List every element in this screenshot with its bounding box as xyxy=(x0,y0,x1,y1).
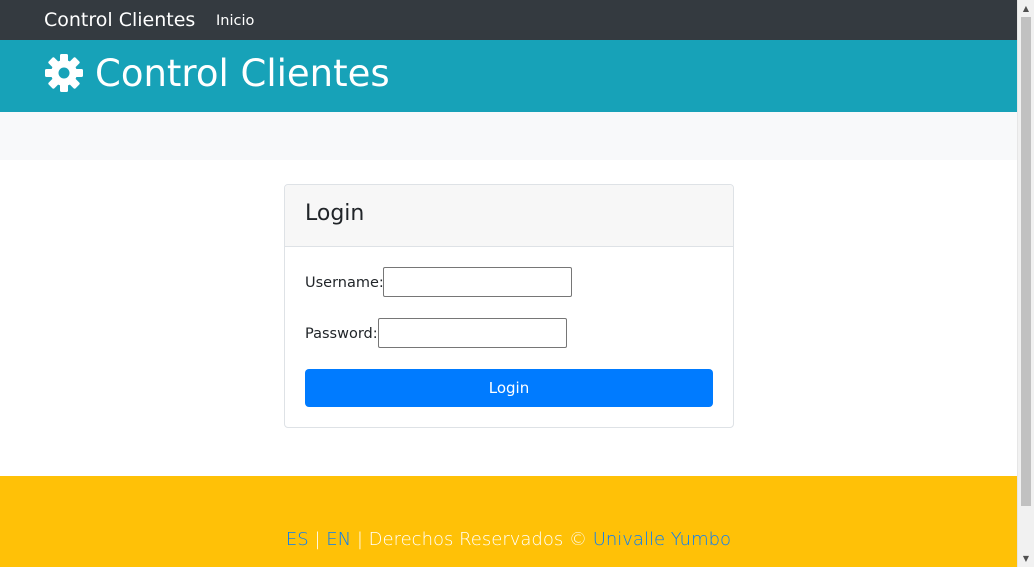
footer-separator: | xyxy=(356,529,363,550)
login-card-title: Login xyxy=(305,201,365,226)
lang-es-link[interactable]: ES xyxy=(286,529,309,550)
login-button[interactable]: Login xyxy=(305,369,713,407)
lang-en-link[interactable]: EN xyxy=(326,529,351,550)
page-footer: ES | EN | Derechos Reservados © Univalle… xyxy=(0,476,1017,567)
login-card-header: Login xyxy=(285,185,733,247)
nav-link-inicio[interactable]: Inicio xyxy=(216,11,254,31)
footer-line: ES | EN | Derechos Reservados © Univalle… xyxy=(0,528,1017,552)
gear-icon xyxy=(45,54,83,92)
footer-separator: | xyxy=(314,529,321,550)
username-label: Username: xyxy=(305,275,384,291)
scroll-up-icon[interactable]: ▲ xyxy=(1018,0,1034,17)
secondary-band xyxy=(0,112,1017,160)
top-navbar: Control Clientes Inicio xyxy=(0,0,1017,40)
page: Control Clientes Inicio Control Clientes… xyxy=(0,0,1017,567)
navbar-brand[interactable]: Control Clientes xyxy=(44,8,195,32)
page-title: Control Clientes xyxy=(95,52,390,95)
footer-org-link[interactable]: Univalle Yumbo xyxy=(593,529,731,550)
scrollbar-thumb[interactable] xyxy=(1021,17,1031,506)
username-input[interactable] xyxy=(383,267,572,297)
password-label: Password: xyxy=(305,326,378,342)
footer-rights-text: Derechos Reservados © xyxy=(368,529,587,550)
page-header: Control Clientes xyxy=(0,40,1017,112)
vertical-scrollbar[interactable]: ▲ ▼ xyxy=(1017,0,1034,567)
scroll-down-icon[interactable]: ▼ xyxy=(1018,550,1034,567)
password-input[interactable] xyxy=(378,318,567,348)
login-card: Login Username: Password: Login xyxy=(284,184,734,428)
